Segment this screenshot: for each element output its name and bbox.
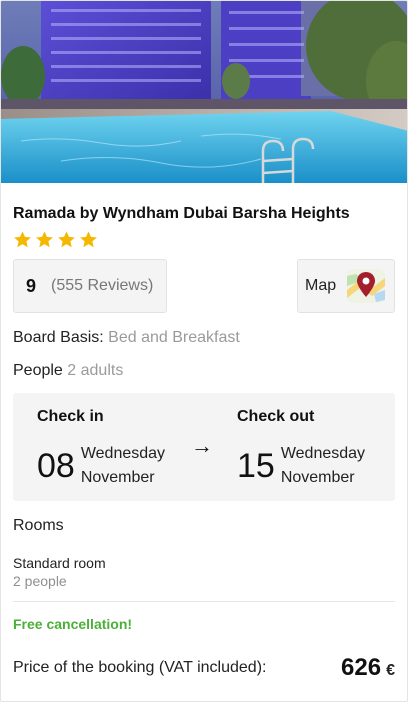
- star-icon: [36, 231, 53, 248]
- rooms-title: Rooms: [13, 517, 64, 534]
- board-basis-value: Bed and Breakfast: [108, 329, 240, 346]
- check-in-day: 08: [37, 447, 75, 485]
- check-out-day: 15: [237, 447, 275, 485]
- hotel-name: Ramada by Wyndham Dubai Barsha Heights: [13, 205, 350, 222]
- divider: [13, 601, 395, 602]
- hotel-photo[interactable]: [1, 1, 407, 183]
- room-name: Standard room: [13, 555, 106, 571]
- stay-dates: Check in 08 Wednesday November → Check o…: [13, 393, 395, 501]
- star-icon: [58, 231, 75, 248]
- people-value: 2 adults: [67, 362, 124, 379]
- map-pin-icon: [347, 269, 386, 303]
- board-basis-label: Board Basis:: [13, 329, 104, 346]
- free-cancellation-badge: Free cancellation!: [13, 616, 133, 632]
- price-currency: €: [386, 662, 395, 679]
- check-out: Check out 15 Wednesday November: [237, 408, 365, 490]
- rating-box[interactable]: 9 (555 Reviews): [13, 259, 167, 313]
- rating-score: 9: [26, 275, 37, 296]
- check-out-month: November: [280, 469, 355, 486]
- price-value: 626: [341, 654, 382, 681]
- arrow-right-icon: →: [191, 433, 213, 458]
- check-in-weekday: Wednesday: [80, 445, 166, 462]
- price-label: Price of the booking (VAT included):: [13, 659, 267, 676]
- map-label: Map: [305, 277, 337, 294]
- hotel-booking-card: Ramada by Wyndham Dubai Barsha Heights 9…: [0, 0, 408, 702]
- check-in: Check in 08 Wednesday November: [37, 408, 165, 490]
- price-row: Price of the booking (VAT included): 626…: [13, 654, 395, 682]
- price-amount: 626 €: [341, 654, 395, 682]
- check-in-month: November: [80, 469, 155, 486]
- star-icon: [80, 231, 97, 248]
- star-icon: [14, 231, 31, 248]
- board-basis: Board Basis: Bed and Breakfast: [13, 329, 395, 347]
- map-button[interactable]: Map: [297, 259, 395, 313]
- people-count: People 2 adults: [13, 362, 395, 380]
- check-in-title: Check in: [37, 408, 104, 425]
- star-rating: [13, 230, 395, 250]
- review-count: (555 Reviews): [51, 277, 154, 294]
- check-out-weekday: Wednesday: [280, 445, 366, 462]
- check-out-title: Check out: [237, 408, 315, 425]
- people-label: People: [13, 362, 63, 379]
- room-people: 2 people: [13, 573, 67, 589]
